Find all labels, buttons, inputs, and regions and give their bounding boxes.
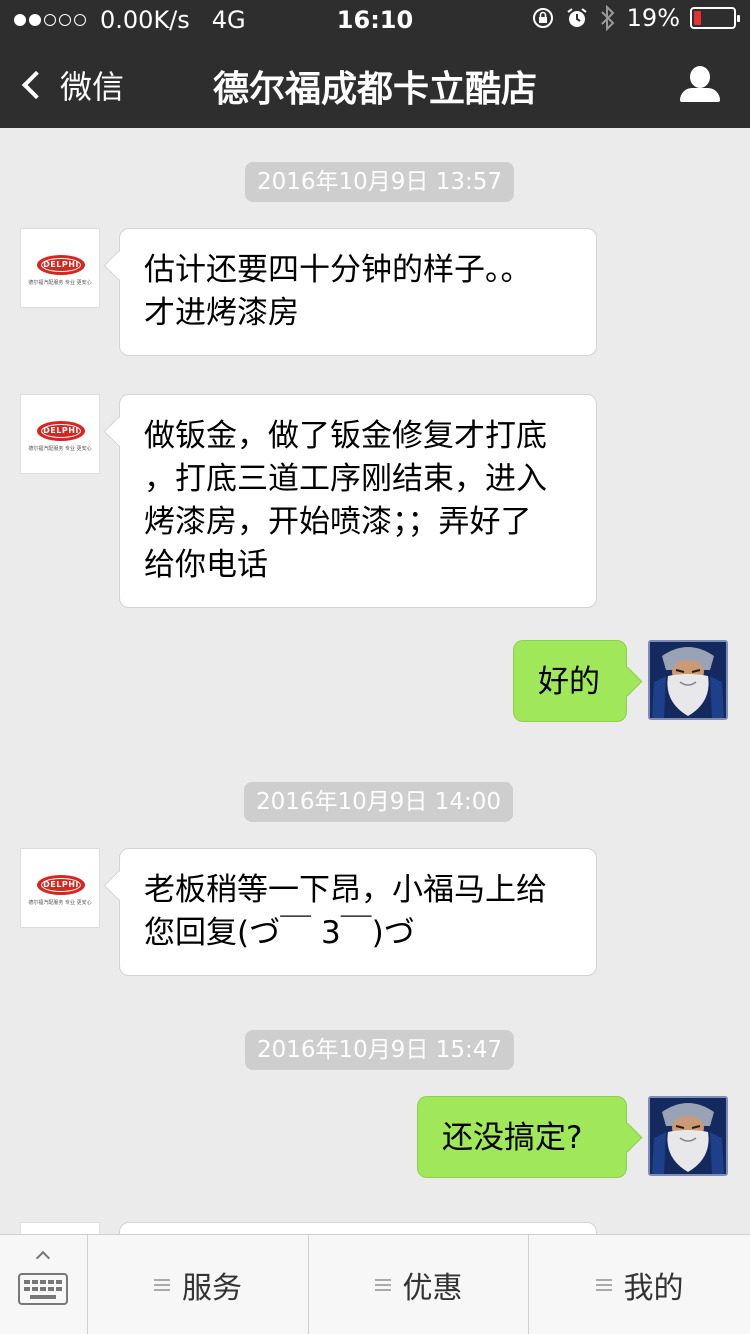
- incoming-message[interactable]: 做钣金，做了钣金修复才打底 ，打底三道工序刚结束，进入 烤漆房，开始喷漆；；弄好…: [119, 394, 597, 608]
- delphi-avatar[interactable]: DELPHI 德尔福汽配服务 专业 更安心: [20, 228, 100, 308]
- timestamp: 2016年10月9日 15:47: [245, 1030, 515, 1070]
- menu-icon: [374, 1279, 391, 1291]
- delphi-tagline: 德尔福汽配服务 专业 更安心: [28, 446, 92, 452]
- menu-label: 我的: [623, 1271, 684, 1306]
- message-line: 老板稍等一下昂，小福马上给: [144, 872, 547, 908]
- bottom-menu-bar: 服务 优惠 我的: [0, 1234, 750, 1334]
- outgoing-message[interactable]: 还没搞定?: [417, 1096, 627, 1178]
- status-bar: 0.00K/s 4G 16:10 19%: [0, 0, 750, 40]
- user-avatar[interactable]: [648, 1096, 728, 1176]
- menu-services[interactable]: 服务: [88, 1235, 309, 1334]
- delphi-avatar[interactable]: DELPHI 德尔福汽配服务 专业 更安心: [20, 848, 100, 928]
- battery-percent: 19%: [626, 4, 680, 32]
- message-line: 烤漆房，开始喷漆；；弄好了: [144, 504, 532, 540]
- message-line: ，打底三道工序刚结束，进入: [144, 461, 547, 497]
- person-icon: [690, 66, 710, 88]
- menu-offers[interactable]: 优惠: [309, 1235, 529, 1334]
- message-line: 做钣金，做了钣金修复才打底: [144, 418, 547, 454]
- timestamp: 2016年10月9日 14:00: [244, 782, 514, 822]
- delphi-avatar[interactable]: DELPHI 德尔福汽配服务 专业 更安心: [20, 394, 100, 474]
- chat-title: 德尔福成都卡立酷店: [212, 69, 537, 110]
- profile-button[interactable]: [680, 66, 720, 104]
- battery-level: [694, 11, 701, 25]
- delphi-logo: DELPHI: [37, 255, 85, 275]
- delphi-tagline: 德尔福汽配服务 专业 更安心: [28, 900, 92, 906]
- user-avatar[interactable]: [648, 640, 728, 720]
- menu-label: 优惠: [402, 1271, 463, 1306]
- menu-icon: [595, 1279, 612, 1291]
- outgoing-message[interactable]: 好的: [513, 640, 627, 722]
- menu-mine[interactable]: 我的: [529, 1235, 750, 1334]
- message-line: 估计还要四十分钟的样子。。: [144, 252, 532, 288]
- message-line: 您回复(づ￣ 3￣)づ: [144, 915, 415, 951]
- alarm-icon: [567, 8, 587, 27]
- battery-icon: [690, 7, 740, 29]
- bluetooth-icon: [600, 5, 615, 31]
- incoming-message[interactable]: 估计还要四十分钟的样子。。 才进烤漆房: [119, 228, 597, 356]
- message-line: 好的: [538, 664, 600, 700]
- delphi-tagline: 德尔福汽配服务 专业 更安心: [28, 280, 92, 286]
- bearded-warrior-icon: [650, 1098, 726, 1174]
- menu-icon: [154, 1279, 170, 1291]
- navigation-bar: 微信 德尔福成都卡立酷店: [0, 40, 750, 128]
- message-line: 给你电话: [144, 547, 268, 583]
- delphi-logo: DELPHI: [37, 421, 85, 441]
- bearded-warrior-icon: [650, 642, 726, 718]
- chevron-up-icon: [35, 1250, 51, 1266]
- rotation-lock-icon: [532, 8, 553, 28]
- delphi-logo: DELPHI: [37, 875, 85, 895]
- message-line: 还没搞定?: [442, 1120, 583, 1156]
- keyboard-icon: [18, 1273, 68, 1305]
- menu-label: 服务: [182, 1271, 242, 1306]
- status-right: 19%: [531, 4, 740, 32]
- timestamp: 2016年10月9日 13:57: [245, 162, 515, 202]
- keyboard-toggle-button[interactable]: [0, 1235, 88, 1334]
- incoming-message[interactable]: 老板稍等一下昂，小福马上给 您回复(づ￣ 3￣)づ: [119, 848, 597, 976]
- message-line: 才进烤漆房: [144, 295, 299, 331]
